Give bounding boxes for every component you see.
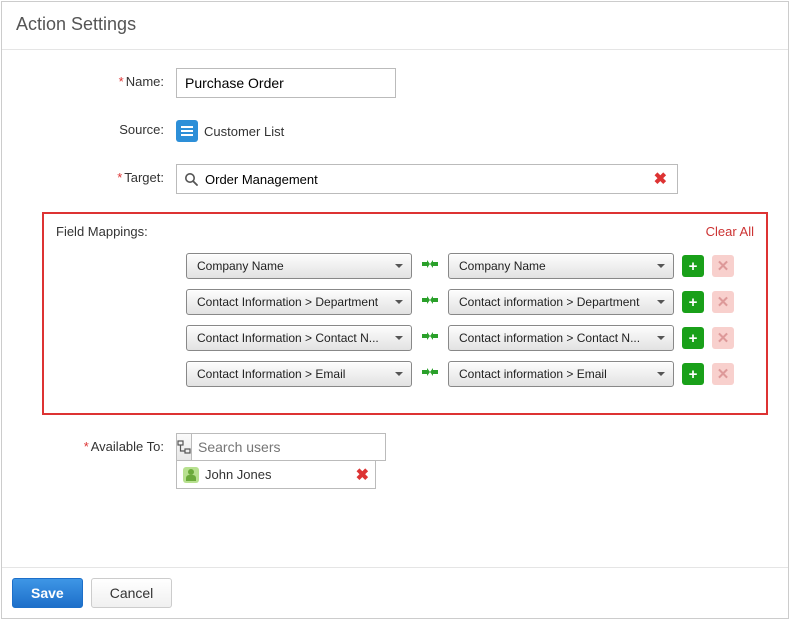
settings-panel: Action Settings *Name: Source: Customer … [1, 1, 789, 619]
remove-user-icon[interactable]: ✖ [356, 465, 369, 485]
source-app-name: Customer List [204, 124, 284, 139]
list-app-icon [176, 120, 198, 142]
label-field-mappings: Field Mappings: [56, 224, 148, 239]
label-target: Target: [124, 170, 164, 185]
mapping-from-select[interactable]: Contact Information > Contact N... [186, 325, 412, 351]
mapping-to-select[interactable]: Company Name [448, 253, 674, 279]
cancel-button[interactable]: Cancel [91, 578, 173, 608]
add-mapping-button[interactable]: + [682, 363, 704, 385]
label-source: Source: [16, 116, 176, 137]
row-available-to: *Available To: John Jones✖ [2, 429, 788, 493]
row-name: *Name: [2, 64, 788, 102]
arrow-right-icon [420, 256, 440, 276]
user-icon [183, 467, 199, 483]
footer: Save Cancel [2, 567, 788, 618]
user-picker: John Jones ✖ [176, 433, 386, 489]
label-available-to: Available To: [91, 439, 164, 454]
mapping-from-select[interactable]: Contact Information > Email [186, 361, 412, 387]
mapping-from-select[interactable]: Company Name [186, 253, 412, 279]
remove-mapping-button[interactable]: ✕ [712, 255, 734, 277]
mapping-to-select[interactable]: Contact information > Department [448, 289, 674, 315]
label-name: *Name: [16, 68, 176, 89]
target-input[interactable] [203, 166, 646, 192]
mapping-row: Contact Information > Department Contact … [186, 289, 754, 315]
user-name: John Jones [205, 467, 350, 482]
name-input[interactable] [176, 68, 396, 98]
source-value: Customer List [176, 116, 774, 146]
mapping-to-select[interactable]: Contact information > Email [448, 361, 674, 387]
user-search-input[interactable] [192, 434, 385, 460]
save-button[interactable]: Save [12, 578, 83, 608]
arrow-right-icon [420, 328, 440, 348]
search-icon [183, 171, 199, 187]
page-title: Action Settings [2, 2, 788, 50]
add-mapping-button[interactable]: + [682, 291, 704, 313]
clear-all-link[interactable]: Clear All [706, 224, 754, 239]
arrow-right-icon [420, 364, 440, 384]
mapping-row: Contact Information > Email Contact infor… [186, 361, 754, 387]
mapping-row: Company Name Company Name + ✕ [186, 253, 754, 279]
row-source: Source: Customer List [2, 112, 788, 150]
user-chip: John Jones ✖ [176, 461, 376, 489]
add-mapping-button[interactable]: + [682, 255, 704, 277]
add-mapping-button[interactable]: + [682, 327, 704, 349]
arrow-right-icon [420, 292, 440, 312]
mapping-row: Contact Information > Contact N... Contac… [186, 325, 754, 351]
row-target: *Target: ✖ [2, 160, 788, 198]
field-mappings-section: Field Mappings: Clear All Company NameCo… [42, 212, 768, 415]
remove-mapping-button[interactable]: ✕ [712, 363, 734, 385]
org-tree-button[interactable] [177, 434, 192, 460]
target-picker[interactable]: ✖ [176, 164, 678, 194]
mapping-to-select[interactable]: Contact information > Contact N... [448, 325, 674, 351]
clear-target-icon[interactable]: ✖ [650, 169, 671, 189]
mapping-from-select[interactable]: Contact Information > Department [186, 289, 412, 315]
remove-mapping-button[interactable]: ✕ [712, 291, 734, 313]
remove-mapping-button[interactable]: ✕ [712, 327, 734, 349]
